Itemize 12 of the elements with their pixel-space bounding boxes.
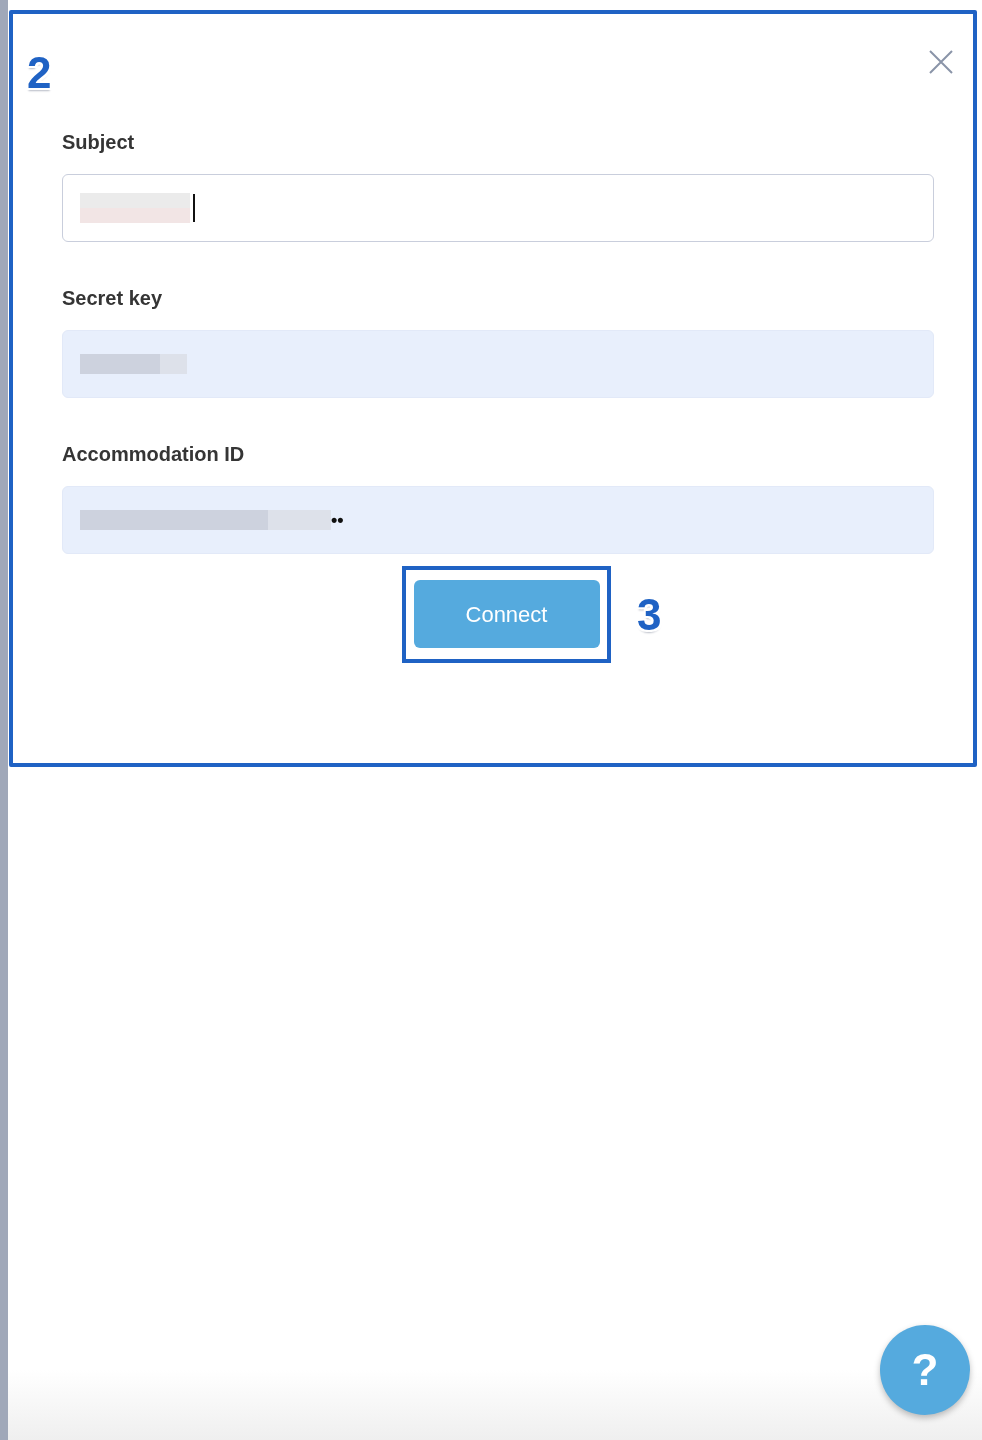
- field-label: Secret key: [62, 286, 164, 310]
- input-field[interactable]: [62, 330, 934, 398]
- input-field[interactable]: [62, 174, 934, 242]
- connect-button[interactable]: Connect: [413, 580, 600, 648]
- text-cursor-icon: [193, 194, 195, 222]
- step-number: 3: [637, 592, 662, 638]
- field-label: Accommodation ID: [62, 442, 246, 466]
- close-icon[interactable]: [929, 50, 953, 74]
- help-button[interactable]: ?: [880, 1325, 970, 1415]
- step-number: 2: [27, 48, 52, 97]
- input-field[interactable]: ••: [62, 486, 934, 554]
- field-label: Subject: [62, 130, 136, 154]
